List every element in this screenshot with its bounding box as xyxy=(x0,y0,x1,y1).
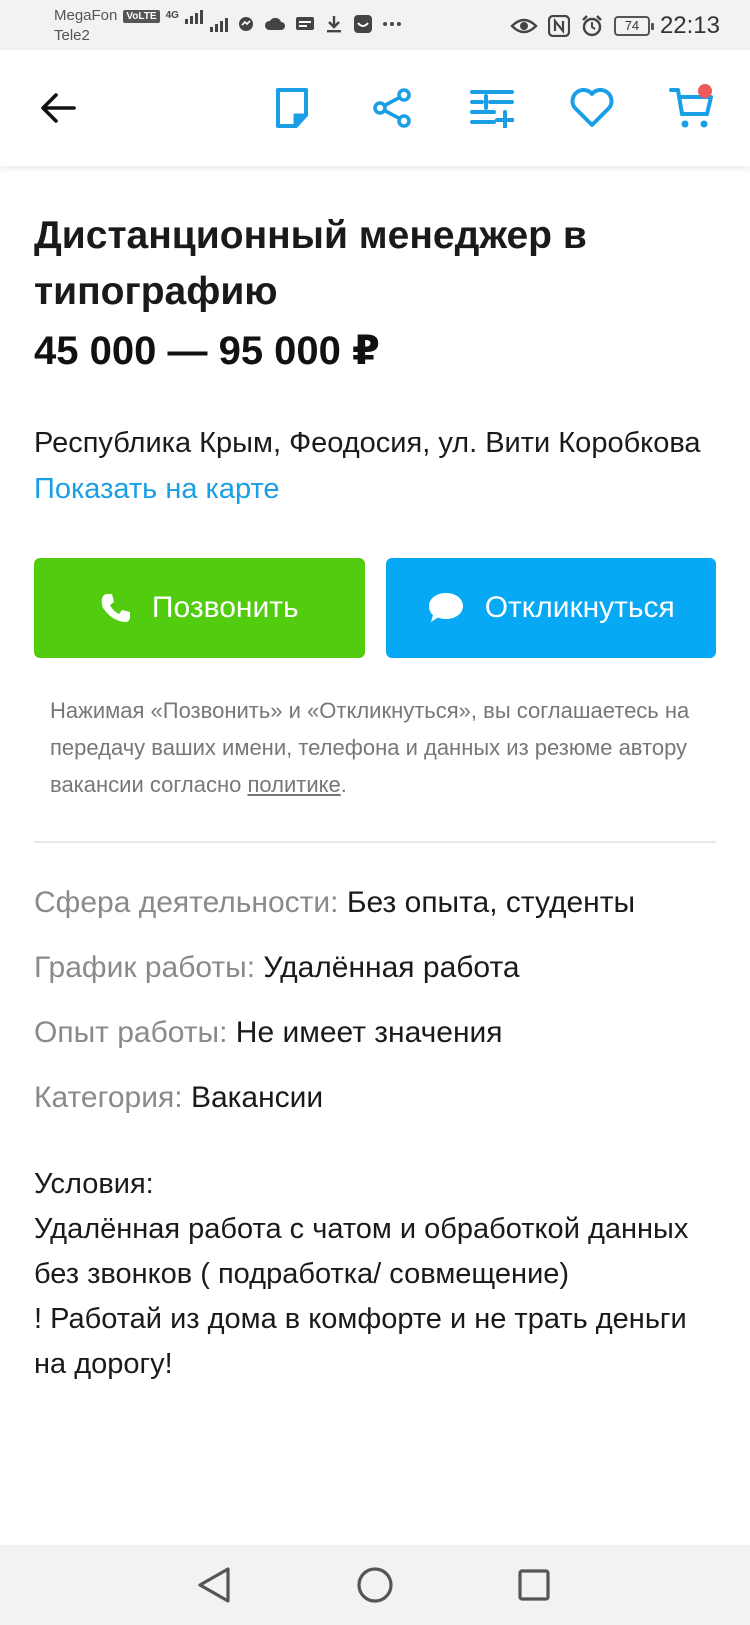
system-nav-bar xyxy=(0,1545,750,1625)
more-icon xyxy=(383,22,401,26)
nfc-icon xyxy=(547,15,570,37)
carrier-1: MegaFon xyxy=(54,7,118,24)
call-button[interactable]: Позвонить xyxy=(34,558,365,658)
param-row: Сфера деятельности: Без опыта, студенты xyxy=(34,883,716,923)
square-recents-icon xyxy=(518,1569,550,1601)
battery-icon: 74 xyxy=(613,16,654,36)
description-line: Удалённая работа с чатом и обработкой да… xyxy=(34,1213,689,1290)
description-line: ! Работай из дома в комфорте и не трать … xyxy=(34,1303,687,1380)
status-icons xyxy=(210,14,402,34)
param-value: Без опыта, студенты xyxy=(346,886,636,919)
carrier-2: Tele2 xyxy=(54,27,90,44)
param-row: Опыт работы: Не имеет значения xyxy=(34,1013,716,1053)
back-button[interactable] xyxy=(30,80,86,136)
nav-home-button[interactable] xyxy=(351,1561,399,1609)
reply-button[interactable]: Откликнуться xyxy=(385,558,716,658)
heart-icon xyxy=(570,88,614,127)
signal-2-icon xyxy=(210,16,228,32)
param-value: Не имеет значения xyxy=(235,1016,503,1049)
triangle-back-icon xyxy=(198,1567,230,1603)
show-on-map-link[interactable]: Показать на карте xyxy=(34,466,716,512)
cloud-icon xyxy=(264,17,285,30)
volte-badge: VoLTE xyxy=(123,9,160,23)
policy-link[interactable]: политике xyxy=(247,772,340,797)
download-icon xyxy=(327,16,341,33)
cart-button[interactable] xyxy=(664,80,720,136)
add-to-list-button[interactable] xyxy=(464,80,520,136)
app-icon xyxy=(354,15,372,33)
action-buttons: Позвонить Откликнуться xyxy=(34,558,716,658)
param-row: График работы: Удалённая работа xyxy=(34,948,716,988)
vacancy-description: Условия: Удалённая работа с чатом и обра… xyxy=(34,1162,716,1387)
signal-icon xyxy=(184,8,203,24)
share-icon xyxy=(373,88,411,128)
status-bar: MegaFon VoLTE 4G Tele2 74 22:13 xyxy=(0,0,750,50)
vacancy-title: Дистанционный менеджер в типографию xyxy=(34,214,587,313)
param-value: Удалённая работа xyxy=(263,951,520,984)
param-key: График работы: xyxy=(34,951,256,984)
nav-back-button[interactable] xyxy=(190,1561,238,1609)
network-type: 4G xyxy=(165,10,179,21)
app-header xyxy=(0,50,750,166)
vacancy-content: Дистанционный менеджер в типографию 45 0… xyxy=(34,166,716,1387)
param-row: Категория: Вакансии xyxy=(34,1078,716,1118)
salary: 45 000 — 95 000 ₽ xyxy=(34,329,380,373)
param-key: Сфера деятельности: xyxy=(34,886,339,919)
consent-tail: . xyxy=(340,772,347,797)
clock: 22:13 xyxy=(659,12,720,39)
vacancy-params: Сфера деятельности: Без опыта, студенты … xyxy=(34,883,716,1118)
alarm-icon xyxy=(582,15,602,37)
consent-text: Нажимая «Позвонить» и «Откликнуться», вы… xyxy=(50,692,700,803)
carrier-info: MegaFon VoLTE 4G Tele2 xyxy=(54,6,203,46)
status-right: 74 22:13 xyxy=(510,12,720,40)
circle-home-icon xyxy=(357,1567,393,1603)
phone-icon xyxy=(101,594,130,622)
message-icon xyxy=(296,17,314,30)
favorite-button[interactable] xyxy=(564,80,620,136)
share-button[interactable] xyxy=(364,80,420,136)
divider xyxy=(34,841,716,843)
note-icon xyxy=(276,88,308,128)
cart-badge xyxy=(698,84,712,98)
param-value: Вакансии xyxy=(190,1081,324,1114)
description-line: Условия: xyxy=(34,1168,154,1200)
reply-button-label: Откликнуться xyxy=(484,591,675,624)
eye-icon xyxy=(510,18,538,34)
call-button-label: Позвонить xyxy=(151,591,299,624)
back-icon xyxy=(41,93,76,123)
param-key: Опыт работы: xyxy=(34,1016,228,1049)
add-to-list-icon xyxy=(470,90,514,128)
param-key: Категория: xyxy=(34,1081,183,1114)
address: Республика Крым, Феодосия, ул. Вити Коро… xyxy=(34,427,701,459)
consent-body: Нажимая «Позвонить» и «Откликнуться», вы… xyxy=(50,698,690,797)
note-button[interactable] xyxy=(264,80,320,136)
chat-bubble-icon xyxy=(428,593,463,622)
nav-recents-button[interactable] xyxy=(510,1561,558,1609)
messenger-icon xyxy=(239,17,253,31)
